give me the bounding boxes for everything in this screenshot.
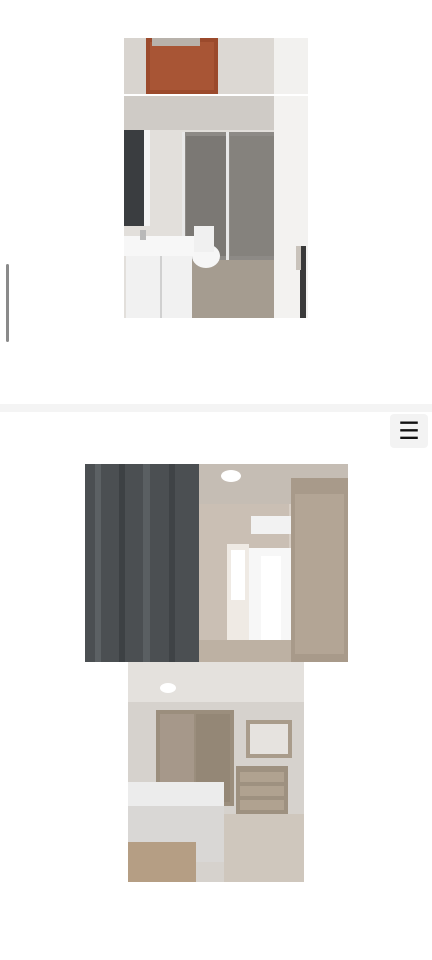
menu-button[interactable]: ☰ <box>390 414 428 448</box>
bedroom-curtain-photo[interactable] <box>85 464 348 662</box>
bathroom-vanity-photo[interactable] <box>124 38 308 94</box>
bedroom-wardrobe-photo[interactable] <box>128 662 304 882</box>
section-divider <box>0 404 432 412</box>
hamburger-menu-icon: ☰ <box>398 417 420 445</box>
bathroom-shower-photo[interactable] <box>124 96 308 318</box>
scrollbar[interactable] <box>6 264 9 342</box>
